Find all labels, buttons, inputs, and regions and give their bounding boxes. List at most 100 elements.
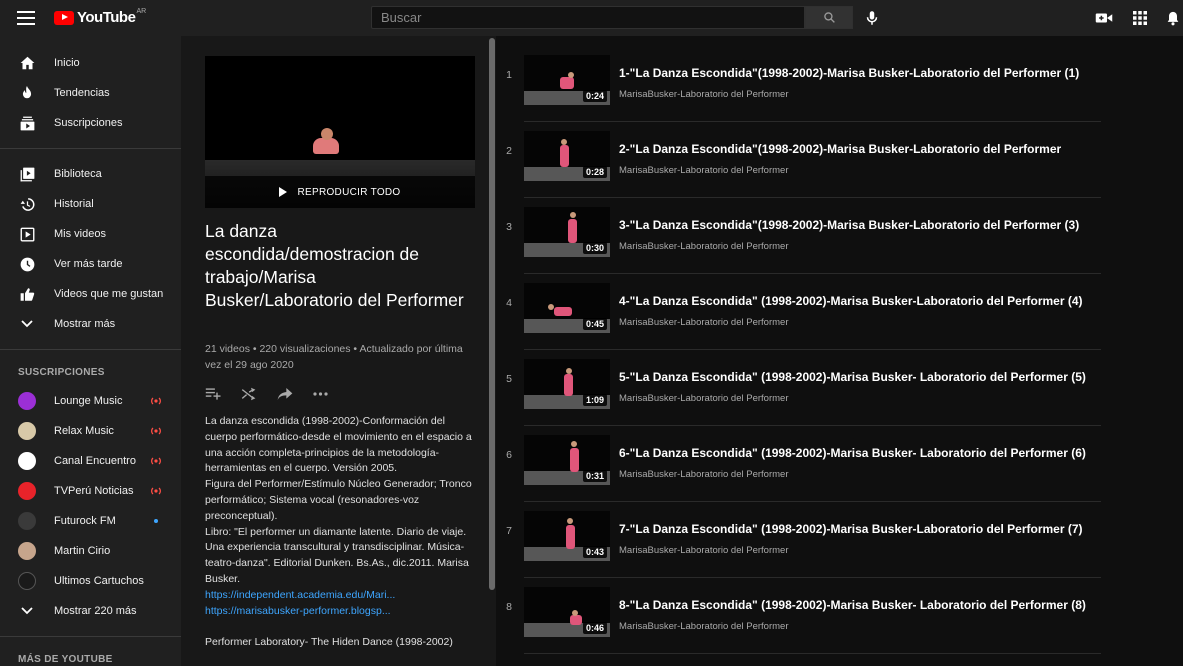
apps-grid-icon[interactable] (1130, 8, 1150, 28)
share-button[interactable] (277, 384, 313, 404)
subscription-item-tvperu-noticias[interactable]: TVPerú Noticias (0, 476, 181, 506)
hamburger-menu-icon[interactable] (14, 8, 38, 28)
description-spacer (205, 619, 473, 635)
playlist-video-row[interactable]: 8 0:46 8-"La Danza Escondida" (1998-2002… (496, 578, 1101, 654)
video-thumbnail[interactable]: 0:31 (524, 435, 610, 485)
video-title[interactable]: 1-"La Danza Escondida"(1998-2002)-Marisa… (619, 66, 1079, 80)
video-title[interactable]: 2-"La Danza Escondida"(1998-2002)-Marisa… (619, 142, 1061, 156)
video-thumbnail[interactable]: 1:09 (524, 359, 610, 409)
youtube-logo[interactable]: YouTube AR (54, 8, 146, 26)
video-thumbnail[interactable]: 0:24 (524, 55, 610, 105)
playlist-video-row[interactable]: 7 0:43 7-"La Danza Escondida" (1998-2002… (496, 502, 1101, 578)
playlist-video-row[interactable]: 2 0:28 2-"La Danza Escondida"(1998-2002)… (496, 122, 1101, 198)
play-all-button[interactable]: REPRODUCIR TODO (205, 176, 475, 208)
video-thumbnail[interactable]: 0:43 (524, 511, 610, 561)
sidebar-item-mis-videos[interactable]: Mis videos (0, 219, 181, 249)
play-all-label: REPRODUCIR TODO (297, 186, 401, 198)
video-title[interactable]: 4-"La Danza Escondida" (1998-2002)-Maris… (619, 294, 1083, 308)
video-duration: 0:43 (582, 546, 607, 558)
sidebar-item-tendencias[interactable]: Tendencias (0, 78, 181, 108)
subscription-label: Canal Encuentro (54, 455, 136, 467)
subscription-label: TVPerú Noticias (54, 485, 134, 497)
playlist-video-row[interactable]: 3 0:30 3-"La Danza Escondida"(1998-2002)… (496, 198, 1101, 274)
subscription-label: Futurock FM (54, 515, 116, 527)
sidebar-item-label: Suscripciones (54, 117, 123, 129)
sidebar-item-label: Tendencias (54, 87, 110, 99)
subscription-item-futurock-fm[interactable]: Futurock FM (0, 506, 181, 536)
video-channel[interactable]: MarisaBusker-Laboratorio del Performer (619, 545, 788, 556)
add-to-queue-button[interactable] (205, 384, 241, 404)
flame-icon (19, 85, 35, 101)
playlist-video-row[interactable]: 5 1:09 5-"La Danza Escondida" (1998-2002… (496, 350, 1101, 426)
sidebar-divider (0, 636, 181, 637)
microphone-icon[interactable] (863, 8, 881, 28)
video-channel[interactable]: MarisaBusker-Laboratorio del Performer (619, 317, 788, 328)
search-button[interactable] (805, 6, 853, 29)
subscription-item-lounge-music[interactable]: Lounge Music (0, 386, 181, 416)
sidebar-item-label: Biblioteca (54, 168, 102, 180)
library-icon (19, 166, 35, 182)
notifications-bell-icon[interactable] (1163, 8, 1183, 28)
playlist-thumbnail[interactable]: REPRODUCIR TODO (205, 56, 475, 208)
more-options-button[interactable] (313, 384, 349, 404)
sidebar-item-suscripciones[interactable]: Suscripciones (0, 108, 181, 138)
video-title[interactable]: 7-"La Danza Escondida" (1998-2002)-Maris… (619, 522, 1083, 536)
more-horizontal-icon (313, 392, 328, 396)
video-index: 5 (506, 373, 512, 385)
video-channel[interactable]: MarisaBusker-Laboratorio del Performer (619, 165, 788, 176)
video-index: 4 (506, 297, 512, 309)
sidebar-item-label: Mis videos (54, 228, 106, 240)
description-link-blog[interactable]: https://marisabusker-performer.blogsp... (205, 604, 473, 620)
search-icon (823, 12, 835, 23)
playlist-video-row[interactable]: 6 0:31 6-"La Danza Escondida" (1998-2002… (496, 426, 1101, 502)
channel-avatar (18, 572, 36, 590)
search-input[interactable] (381, 10, 804, 25)
video-title[interactable]: 3-"La Danza Escondida"(1998-2002)-Marisa… (619, 218, 1079, 232)
subscription-label: Lounge Music (54, 395, 123, 407)
create-video-icon[interactable] (1094, 8, 1114, 28)
subscription-label: Ultimos Cartuchos (54, 575, 144, 587)
video-channel[interactable]: MarisaBusker-Laboratorio del Performer (619, 393, 788, 404)
sidebar-item-mostrar-mas[interactable]: Mostrar más (0, 309, 181, 339)
share-icon (277, 388, 293, 400)
subscription-item-ultimos-cartuchos[interactable]: Ultimos Cartuchos (0, 566, 181, 596)
chevron-down-icon (19, 316, 35, 332)
new-content-dot (154, 519, 158, 523)
shuffle-button[interactable] (241, 384, 277, 404)
watch-later-icon (19, 256, 35, 272)
video-index: 8 (506, 601, 512, 613)
sidebar-item-historial[interactable]: Historial (0, 189, 181, 219)
playlist-actions (205, 384, 349, 404)
sidebar-item-show-more-subscriptions[interactable]: Mostrar 220 más (0, 596, 181, 626)
panel-scrollbar[interactable] (489, 38, 495, 590)
playlist-title: La danza escondida/demostracion de traba… (205, 221, 464, 310)
row-divider (524, 653, 1101, 654)
video-channel[interactable]: MarisaBusker-Laboratorio del Performer (619, 241, 788, 252)
video-channel[interactable]: MarisaBusker-Laboratorio del Performer (619, 621, 788, 632)
video-thumbnail[interactable]: 0:30 (524, 207, 610, 257)
sidebar-item-videos-que-me-gustan[interactable]: Videos que me gustan (0, 279, 181, 309)
video-thumbnail[interactable]: 0:28 (524, 131, 610, 181)
home-icon (19, 55, 35, 71)
sidebar-item-label: Ver más tarde (54, 258, 123, 270)
playlist-video-row[interactable]: 4 0:45 4-"La Danza Escondida" (1998-2002… (496, 274, 1101, 350)
sidebar-item-biblioteca[interactable]: Biblioteca (0, 159, 181, 189)
sidebar-item-ver-mas-tarde[interactable]: Ver más tarde (0, 249, 181, 279)
channel-avatar (18, 482, 36, 500)
video-channel[interactable]: MarisaBusker-Laboratorio del Performer (619, 89, 788, 100)
sidebar-item-inicio[interactable]: Inicio (0, 48, 181, 78)
video-duration: 0:28 (582, 166, 607, 178)
video-title[interactable]: 6-"La Danza Escondida" (1998-2002)-Maris… (619, 446, 1086, 460)
subscription-item-martin-cirio[interactable]: Martin Cirio (0, 536, 181, 566)
my-videos-icon (19, 226, 35, 242)
subscription-item-canal-encuentro[interactable]: Canal Encuentro (0, 446, 181, 476)
playlist-video-row[interactable]: 1 0:24 1-"La Danza Escondida"(1998-2002)… (496, 46, 1101, 122)
video-title[interactable]: 8-"La Danza Escondida" (1998-2002)-Maris… (619, 598, 1086, 612)
video-thumbnail[interactable]: 0:46 (524, 587, 610, 637)
video-thumbnail[interactable]: 0:45 (524, 283, 610, 333)
video-channel[interactable]: MarisaBusker-Laboratorio del Performer (619, 469, 788, 480)
channel-avatar (18, 542, 36, 560)
description-link-academia[interactable]: https://independent.academia.edu/Mari... (205, 588, 473, 604)
video-title[interactable]: 5-"La Danza Escondida" (1998-2002)-Maris… (619, 370, 1086, 384)
subscription-item-relax-music[interactable]: Relax Music (0, 416, 181, 446)
